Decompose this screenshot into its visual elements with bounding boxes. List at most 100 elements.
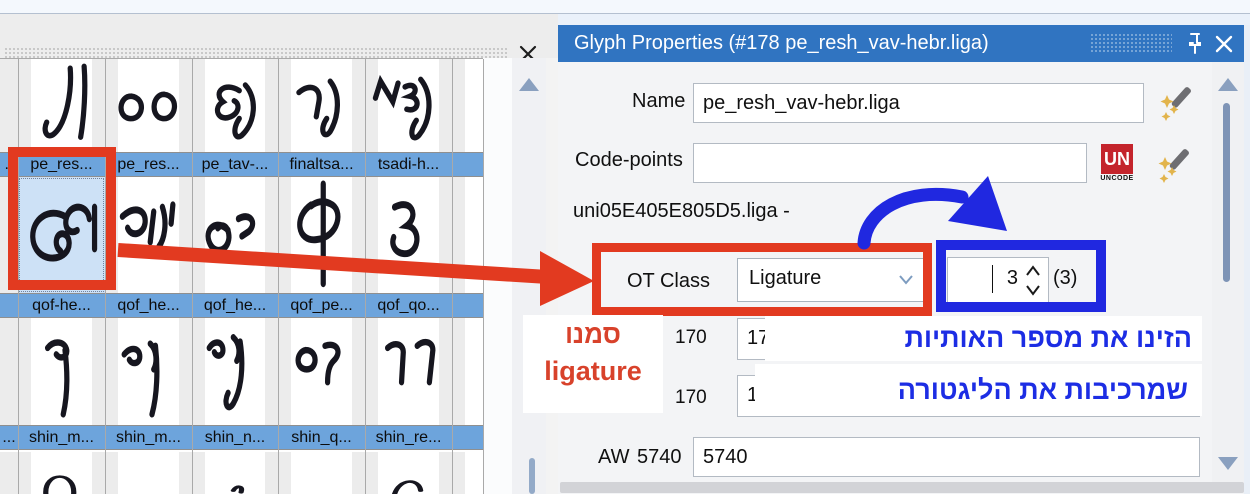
glyph-panel-titlebar[interactable] — [0, 14, 558, 64]
glyph-image — [214, 82, 256, 140]
lsb-display: 170 — [675, 327, 707, 348]
chevron-down-icon — [899, 275, 913, 285]
glyph-cell[interactable] — [105, 452, 192, 494]
glyph-cell[interactable] — [365, 177, 452, 293]
glyph-cell[interactable] — [105, 177, 192, 293]
aw-field[interactable]: 5740 — [693, 437, 1200, 477]
glyph-caption: finaltsa... — [289, 156, 354, 173]
scroll-down-icon[interactable] — [1218, 457, 1238, 470]
glyph-grid-scrollbar[interactable] — [512, 58, 546, 494]
glyph-image — [230, 485, 245, 494]
glyph-caption: qof_qo... — [377, 297, 440, 314]
glyph-cell[interactable] — [278, 177, 365, 293]
annotation-red-latin: ligature — [544, 356, 642, 386]
glyph-image — [205, 213, 256, 254]
window-edge — [1244, 25, 1250, 494]
glyph-caption: shin_q... — [291, 429, 352, 446]
components-spinner[interactable]: 3 — [947, 257, 1049, 305]
glyph-cell[interactable] — [18, 452, 105, 494]
glyph-cell-partial[interactable] — [452, 318, 483, 425]
grid-line — [452, 59, 453, 494]
grid-line — [18, 59, 19, 494]
glyph-cell-partial[interactable] — [452, 59, 483, 152]
ot-class-label: OT Class — [627, 270, 710, 292]
generated-uniname: uni05E405E805D5.liga - — [573, 200, 790, 222]
glyph-cell[interactable] — [18, 177, 105, 293]
glyph-cell[interactable] — [365, 59, 452, 152]
glyph-image — [30, 203, 98, 262]
annotation-red-note: סמנו ligature — [523, 315, 663, 413]
grid-line — [365, 59, 366, 494]
glyph-caption: shin_m... — [29, 429, 94, 446]
glyph-cell[interactable] — [192, 59, 278, 152]
glyph-cell[interactable] — [105, 59, 192, 152]
glyph-caption: pe_res... — [30, 156, 93, 173]
glyph-image — [372, 74, 432, 141]
scroll-up-icon[interactable] — [519, 78, 539, 91]
glyph-cell-partial[interactable] — [0, 452, 18, 494]
spinner-buttons[interactable] — [1022, 262, 1044, 300]
side-bearing — [452, 59, 465, 152]
magic-wand-icon[interactable] — [1158, 83, 1194, 123]
glyph-caption: qof_he... — [117, 297, 180, 314]
side-bearing — [452, 177, 465, 293]
side-bearing — [452, 318, 465, 425]
glyph-cell-partial[interactable] — [0, 177, 18, 293]
scrollbar-thumb[interactable] — [1223, 103, 1230, 282]
glyph-caption: .. — [4, 156, 14, 173]
glyph-caption: qof_pe... — [290, 297, 353, 314]
drag-grip-texture[interactable] — [1090, 33, 1172, 53]
glyph-cell[interactable] — [278, 318, 365, 425]
glyph-image — [44, 339, 70, 418]
annotation-blue-line1: הזינו את מספר האותיות — [765, 316, 1202, 361]
glyph-cell-partial[interactable] — [452, 177, 483, 293]
scroll-up-icon[interactable] — [1218, 78, 1238, 91]
annotation-blue-line2: שמרכיבות את הליגטורה — [755, 364, 1202, 416]
name-field[interactable]: pe_resh_vav-hebr.liga — [693, 83, 1144, 123]
glyph-cell-partial[interactable] — [0, 59, 18, 152]
unicode-icon[interactable]: UN UNCODE — [1099, 144, 1135, 186]
glyph-caption: qof_he... — [203, 297, 267, 314]
glyph-cell[interactable] — [365, 318, 452, 425]
glyph-cell[interactable] — [365, 452, 452, 494]
glyph-cell[interactable] — [192, 452, 278, 494]
pin-icon[interactable] — [1186, 31, 1204, 56]
glyph-caption: pe_res... — [117, 156, 180, 173]
glyph-cell[interactable] — [192, 177, 278, 293]
glyph-cell[interactable] — [192, 318, 278, 425]
glyph-image — [43, 475, 77, 494]
glyph-cell-partial[interactable] — [0, 318, 18, 425]
glyph-caption: shin_m... — [116, 429, 181, 446]
scrollbar-thumb[interactable] — [529, 458, 535, 494]
codepoints-field[interactable] — [693, 143, 1087, 183]
codepoints-label: Code-points — [575, 149, 683, 171]
glyph-caption: shin_n... — [204, 429, 266, 446]
glyph-cell-partial[interactable] — [452, 452, 483, 494]
glyph-image — [385, 338, 436, 386]
side-bearing — [278, 452, 291, 494]
glyph-image — [12, 208, 17, 258]
glyph-cell[interactable] — [278, 452, 365, 494]
rsb-display: 170 — [675, 387, 707, 408]
glyph-caption: pe_tav-... — [201, 156, 269, 173]
glyph-cell[interactable] — [18, 59, 105, 152]
glyph-cell[interactable] — [105, 318, 192, 425]
grid-line — [483, 59, 484, 494]
name-label: Name — [632, 90, 686, 112]
glyph-image — [296, 78, 340, 138]
ot-class-value: Ligature — [749, 267, 822, 289]
close-icon[interactable] — [1214, 34, 1234, 54]
properties-titlebar[interactable]: Glyph Properties (#178 pe_resh_vav-hebr.… — [558, 25, 1244, 62]
glyph-caption: qof-he... — [32, 297, 91, 314]
glyph-image — [297, 180, 341, 288]
side-bearing — [105, 452, 118, 494]
glyph-cell[interactable] — [278, 59, 365, 152]
glyph-caption: shin_re... — [375, 429, 442, 446]
glyph-image — [42, 63, 88, 140]
ot-class-dropdown[interactable]: Ligature — [737, 258, 925, 302]
glyph-image — [390, 201, 420, 258]
glyph-image — [391, 480, 424, 494]
magic-wand-icon[interactable] — [1156, 145, 1192, 185]
glyph-cell[interactable] — [18, 318, 105, 425]
horizontal-scrollbar[interactable] — [560, 482, 1244, 493]
